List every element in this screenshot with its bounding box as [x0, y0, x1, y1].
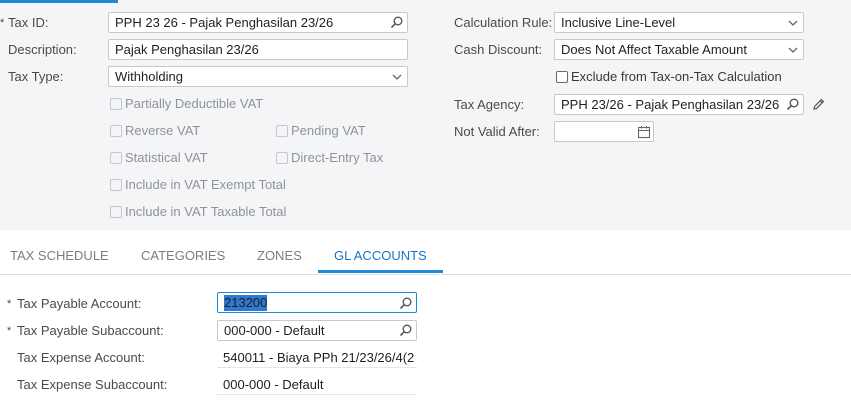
partially-deductible-vat-label: Partially Deductible VAT — [125, 96, 264, 111]
exclude-tax-on-tax-checkbox[interactable] — [556, 71, 568, 83]
tax-id-label: Tax ID: — [8, 15, 49, 30]
required-marker: * — [7, 325, 12, 337]
reverse-vat-label: Reverse VAT — [125, 123, 201, 138]
include-vat-exempt-label: Include in VAT Exempt Total — [125, 177, 286, 192]
tax-id-field[interactable]: PPH 23 26 - Pajak Penghasilan 23/26 — [108, 12, 408, 33]
tax-expense-subaccount-field[interactable]: 000-000 - Default — [217, 374, 417, 395]
tax-agency-value: PPH 23/26 - Pajak Penghasilan 23/26 — [561, 97, 780, 112]
tax-payable-subaccount-label: Tax Payable Subaccount: — [17, 323, 164, 338]
tab-tax-schedule[interactable]: TAX SCHEDULE — [10, 248, 109, 264]
pencil-icon[interactable] — [811, 97, 826, 112]
search-icon[interactable] — [786, 97, 800, 111]
tab-zones[interactable]: ZONES — [257, 248, 302, 264]
tab-categories[interactable]: CATEGORIES — [141, 248, 225, 264]
tax-expense-subaccount-value: 000-000 - Default — [223, 377, 324, 392]
calendar-icon[interactable] — [637, 125, 651, 139]
tax-payable-subaccount-value: 000-000 - Default — [224, 323, 325, 338]
exclude-tax-on-tax-label: Exclude from Tax-on-Tax Calculation — [571, 69, 782, 84]
tax-agency-label: Tax Agency: — [454, 97, 525, 112]
pending-vat-checkbox[interactable] — [276, 125, 288, 137]
required-marker: * — [7, 298, 12, 310]
reverse-vat-checkbox[interactable] — [110, 125, 122, 137]
chevron-down-icon[interactable] — [390, 70, 404, 84]
tax-payable-account-label: Tax Payable Account: — [17, 296, 142, 311]
description-value: Pajak Penghasilan 23/26 — [115, 42, 259, 57]
include-vat-exempt-checkbox[interactable] — [110, 179, 122, 191]
active-tab-indicator — [318, 270, 443, 273]
cash-discount-value: Does Not Affect Taxable Amount — [561, 42, 747, 57]
chevron-down-icon[interactable] — [786, 43, 800, 57]
tax-expense-account-label: Tax Expense Account: — [17, 350, 145, 365]
top-accent-strip — [0, 0, 118, 3]
search-icon[interactable] — [390, 15, 404, 29]
required-marker: * — [0, 17, 5, 29]
chevron-down-icon[interactable] — [786, 16, 800, 30]
tax-type-value: Withholding — [115, 69, 183, 84]
tab-gl-accounts[interactable]: GL ACCOUNTS — [334, 248, 427, 264]
partially-deductible-vat-checkbox[interactable] — [110, 98, 122, 110]
tax-type-select[interactable]: Withholding — [108, 66, 408, 87]
include-vat-taxable-label: Include in VAT Taxable Total — [125, 204, 287, 219]
tax-id-value: PPH 23 26 - Pajak Penghasilan 23/26 — [115, 15, 334, 30]
cash-discount-select[interactable]: Does Not Affect Taxable Amount — [554, 39, 804, 60]
not-valid-after-date-field[interactable] — [554, 121, 654, 142]
not-valid-after-label: Not Valid After: — [454, 124, 540, 139]
description-field[interactable]: Pajak Penghasilan 23/26 — [108, 39, 408, 60]
statistical-vat-label: Statistical VAT — [125, 150, 208, 165]
search-icon[interactable] — [399, 296, 413, 310]
tax-payable-account-field[interactable]: 213200 — [217, 292, 417, 313]
tax-type-label: Tax Type: — [8, 69, 64, 84]
search-icon[interactable] — [399, 323, 413, 337]
form-header-panel — [0, 0, 851, 230]
calculation-rule-label: Calculation Rule: — [454, 15, 553, 30]
calculation-rule-value: Inclusive Line-Level — [561, 15, 676, 30]
calculation-rule-select[interactable]: Inclusive Line-Level — [554, 12, 804, 33]
tax-payable-subaccount-field[interactable]: 000-000 - Default — [217, 320, 417, 341]
tax-expense-subaccount-label: Tax Expense Subaccount: — [17, 377, 168, 392]
tax-expense-account-field[interactable]: 540011 - Biaya PPh 21/23/26/4(2 — [217, 347, 417, 368]
include-vat-taxable-checkbox[interactable] — [110, 206, 122, 218]
tax-expense-account-value: 540011 - Biaya PPh 21/23/26/4(2 — [223, 350, 415, 365]
direct-entry-tax-label: Direct-Entry Tax — [291, 150, 384, 165]
statistical-vat-checkbox[interactable] — [110, 152, 122, 164]
tab-bar: TAX SCHEDULE CATEGORIES ZONES GL ACCOUNT… — [0, 236, 851, 275]
cash-discount-label: Cash Discount: — [454, 42, 543, 57]
description-label: Description: — [8, 42, 77, 57]
pending-vat-label: Pending VAT — [291, 123, 366, 138]
tax-agency-field[interactable]: PPH 23/26 - Pajak Penghasilan 23/26 — [554, 94, 804, 115]
tax-payable-account-value: 213200 — [224, 295, 268, 311]
direct-entry-tax-checkbox[interactable] — [276, 152, 288, 164]
